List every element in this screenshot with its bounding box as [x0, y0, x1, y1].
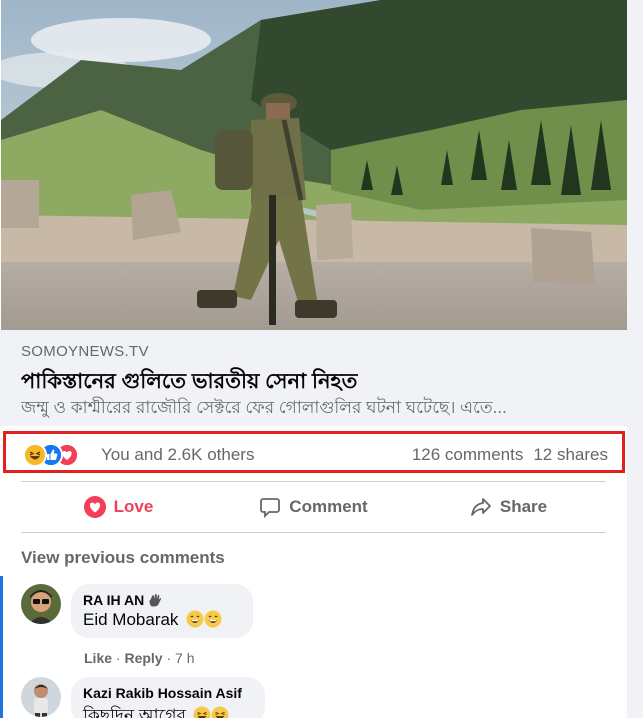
post-action-bar: Love Comment Share — [21, 482, 606, 532]
laughing-emoji-icon — [193, 706, 211, 718]
comment-author-name[interactable]: RA IH AN — [83, 592, 144, 608]
post-card: SOMOYNEWS.TV পাকিস্তানের গুলিতে ভারতীয় … — [0, 0, 627, 718]
love-button[interactable]: Love — [21, 482, 216, 532]
avatar[interactable] — [21, 677, 61, 717]
comment-button[interactable]: Comment — [216, 482, 411, 532]
comment-bubble: Kazi Rakib Hossain Asif কিছুদিন আগের — [71, 677, 265, 718]
comment-button-label: Comment — [289, 497, 368, 516]
comment-text-content: কিছুদিন আগের — [83, 706, 186, 718]
comment-icon — [260, 498, 281, 518]
love-icon — [83, 496, 106, 518]
comment-text: কিছুদিন আগের — [83, 703, 253, 718]
comment-author: Kazi Rakib Hossain Asif — [83, 685, 253, 701]
comments-count[interactable]: 126 comments — [412, 445, 524, 464]
comment-text-content: Eid Mobarak — [83, 610, 179, 629]
grinning-emoji-icon — [204, 610, 222, 628]
grinning-emoji-icon — [186, 610, 204, 628]
haha-icon — [23, 443, 47, 467]
love-button-label: Love — [113, 497, 154, 516]
view-previous-comments-link[interactable]: View previous comments — [21, 548, 225, 568]
post-link-image[interactable] — [1, 0, 627, 330]
divider-bottom — [21, 532, 606, 533]
comment-time[interactable]: 7 h — [175, 650, 194, 666]
soldier-mountain-photo — [1, 0, 627, 330]
shares-count[interactable]: 12 shares — [533, 445, 608, 464]
avatar-image — [21, 677, 61, 717]
reactions-text[interactable]: You and 2.6K others — [101, 445, 254, 465]
reactions-summary-row: You and 2.6K others 126 comments 12 share… — [3, 431, 625, 473]
comment-meta: Like · Reply · 7 h — [84, 650, 195, 666]
comment-author-name[interactable]: Kazi Rakib Hossain Asif — [83, 685, 242, 701]
comment-text: Eid Mobarak — [83, 610, 241, 630]
waving-hand-icon — [149, 594, 162, 607]
share-button-label: Share — [499, 497, 548, 516]
comment-like-link[interactable]: Like — [84, 650, 112, 666]
comment-reply-link[interactable]: Reply — [124, 650, 162, 666]
page-scrollbar-track[interactable] — [627, 0, 643, 718]
laughing-emoji-icon — [211, 706, 229, 718]
link-domain: SOMOYNEWS.TV — [21, 343, 149, 360]
comment-thread-rail — [0, 576, 3, 718]
meta-separator: · — [166, 650, 176, 666]
avatar[interactable] — [21, 584, 61, 624]
avatar-image — [21, 584, 61, 624]
link-description: জম্মু ও কাশ্মীরের রাজৌরি সেক্টরে ফের গোল… — [21, 398, 507, 417]
comment-author: RA IH AN — [83, 592, 241, 608]
reaction-icons[interactable] — [23, 443, 93, 467]
share-icon — [470, 498, 491, 516]
comment-bubble: RA IH AN Eid Mobarak — [71, 584, 253, 638]
share-button[interactable]: Share — [411, 482, 606, 532]
engagement-counts: 126 comments 12 shares — [402, 445, 608, 465]
